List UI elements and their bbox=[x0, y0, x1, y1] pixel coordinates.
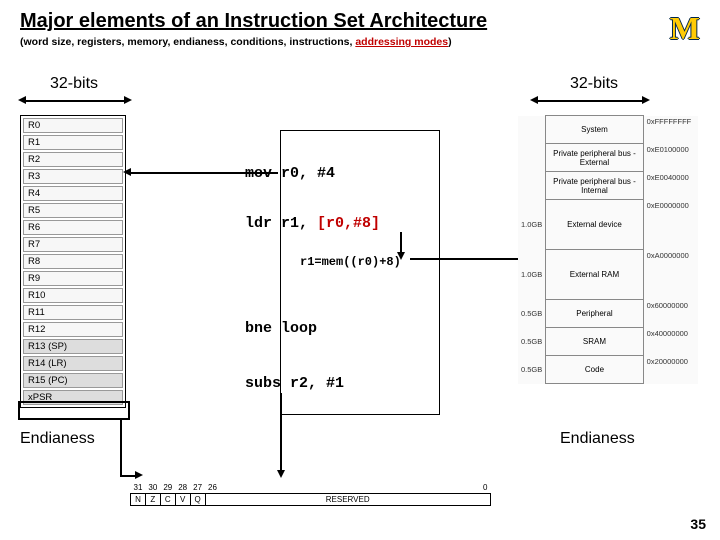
mem-size bbox=[518, 144, 546, 172]
reg-cell: R6 bbox=[23, 220, 123, 235]
mem-size bbox=[518, 172, 546, 200]
reg-cell: R11 bbox=[23, 305, 123, 320]
arrow-head-down-icon bbox=[397, 252, 405, 260]
reg-cell: R8 bbox=[23, 254, 123, 269]
psr-bit-gap bbox=[220, 482, 480, 494]
slide-number: 35 bbox=[690, 516, 706, 532]
subs-to-psr-arrow bbox=[280, 393, 282, 473]
psr-flag: Q bbox=[190, 494, 205, 506]
reg-cell: R1 bbox=[23, 135, 123, 150]
psr-bit: 26 bbox=[205, 482, 220, 494]
reg-cell: R9 bbox=[23, 271, 123, 286]
mem-addr: 0x40000000 bbox=[643, 328, 698, 356]
code-mov: mov r0, #4 bbox=[245, 165, 335, 182]
mem-size: 0.5GB bbox=[518, 300, 546, 328]
mem-region: System bbox=[546, 116, 643, 144]
slide-subtitle: (word size, registers, memory, endianess… bbox=[20, 36, 452, 48]
psr-bit: 27 bbox=[190, 482, 205, 494]
psr-flag: C bbox=[160, 494, 175, 506]
reg-cell: R5 bbox=[23, 203, 123, 218]
arrow-head-right-icon bbox=[124, 96, 132, 104]
reg-cell: R12 bbox=[23, 322, 123, 337]
xpsr-arrow-line bbox=[120, 420, 122, 475]
subtitle-emphasis: addressing modes bbox=[355, 36, 448, 48]
memory-map: System0xFFFFFFFF Private peripheral bus … bbox=[518, 115, 698, 384]
psr-bit: 0 bbox=[480, 482, 490, 494]
code-subs: subs r2, #1 bbox=[245, 375, 344, 392]
mem-addr: 0xE0000000 bbox=[643, 200, 698, 250]
arrow-head-left-icon bbox=[530, 96, 538, 104]
reg-cell: R10 bbox=[23, 288, 123, 303]
code-ldr: ldr r1, [r0,#8] bbox=[245, 215, 380, 232]
psr-bit: 29 bbox=[160, 482, 175, 494]
mem-size: 0.5GB bbox=[518, 328, 546, 356]
mem-size: 1.0GB bbox=[518, 250, 546, 300]
reg-cell: R14 (LR) bbox=[23, 356, 123, 371]
reg-cell: R4 bbox=[23, 186, 123, 201]
arrow-head-right-icon bbox=[642, 96, 650, 104]
reg-cell: R13 (SP) bbox=[23, 339, 123, 354]
psr-flag: Z bbox=[145, 494, 160, 506]
mem-region: External RAM bbox=[546, 250, 643, 300]
mem-region: Code bbox=[546, 356, 643, 384]
endianess-left-label: Endianess bbox=[20, 430, 95, 448]
code-ldr-instr: ldr r1, bbox=[245, 215, 317, 232]
psr-bit: 31 bbox=[131, 482, 146, 494]
subtitle-suffix: ) bbox=[448, 36, 452, 48]
endianess-right-label: Endianess bbox=[560, 430, 635, 448]
xpsr-highlight-box bbox=[18, 401, 130, 420]
reg-cell: R15 (PC) bbox=[23, 373, 123, 388]
reg-cell: R2 bbox=[23, 152, 123, 167]
bits-right-label: 32-bits bbox=[570, 75, 618, 93]
psr-flag: V bbox=[175, 494, 190, 506]
mov-to-r0-arrow bbox=[128, 172, 278, 174]
mem-region: Peripheral bbox=[546, 300, 643, 328]
mem-addr: 0xFFFFFFFF bbox=[643, 116, 698, 144]
register-table: R0 R1 R2 R3 R4 R5 R6 R7 R8 R9 R10 R11 R1… bbox=[20, 115, 126, 408]
psr-bit: 30 bbox=[145, 482, 160, 494]
ldr-to-mem-arrow bbox=[410, 258, 530, 260]
mem-region: External device bbox=[546, 200, 643, 250]
width-arrow-left bbox=[22, 100, 128, 102]
arrow-head-left-icon bbox=[123, 168, 131, 176]
psr-bit: 28 bbox=[175, 482, 190, 494]
arrow-head-down-icon bbox=[277, 470, 285, 478]
psr-flag: N bbox=[131, 494, 146, 506]
bits-left-label: 32-bits bbox=[50, 75, 98, 93]
mem-addr: 0xE0040000 bbox=[643, 172, 698, 200]
mem-size bbox=[518, 116, 546, 144]
mem-region: Private peripheral bus - Internal bbox=[546, 172, 643, 200]
ldr-expl-arrow bbox=[400, 232, 402, 254]
code-ldr-explanation: r1=mem((r0)+8) bbox=[300, 255, 401, 269]
reg-cell: R3 bbox=[23, 169, 123, 184]
reg-cell: R0 bbox=[23, 118, 123, 133]
psr-reserved: RESERVED bbox=[205, 494, 490, 506]
mem-size: 1.0GB bbox=[518, 200, 546, 250]
mem-addr: 0xE0100000 bbox=[643, 144, 698, 172]
psr-table: 31 30 29 28 27 26 0 N Z C V Q RESERVED bbox=[130, 482, 491, 506]
mem-size: 0.5GB bbox=[518, 356, 546, 384]
arrow-head-left-icon bbox=[18, 96, 26, 104]
reg-cell: R7 bbox=[23, 237, 123, 252]
arrow-head-right-icon bbox=[135, 471, 143, 479]
code-bne: bne loop bbox=[245, 320, 317, 337]
mem-region: SRAM bbox=[546, 328, 643, 356]
slide-title: Major elements of an Instruction Set Arc… bbox=[20, 10, 487, 33]
width-arrow-right bbox=[535, 100, 645, 102]
mem-addr: 0xA0000000 bbox=[643, 250, 698, 300]
mem-region: Private peripheral bus - External bbox=[546, 144, 643, 172]
umich-logo: M bbox=[670, 10, 700, 47]
subtitle-prefix: (word size, registers, memory, endianess… bbox=[20, 36, 355, 48]
mem-addr: 0x20000000 bbox=[643, 356, 698, 384]
code-ldr-addr: [r0,#8] bbox=[317, 215, 380, 232]
mem-addr: 0x60000000 bbox=[643, 300, 698, 328]
